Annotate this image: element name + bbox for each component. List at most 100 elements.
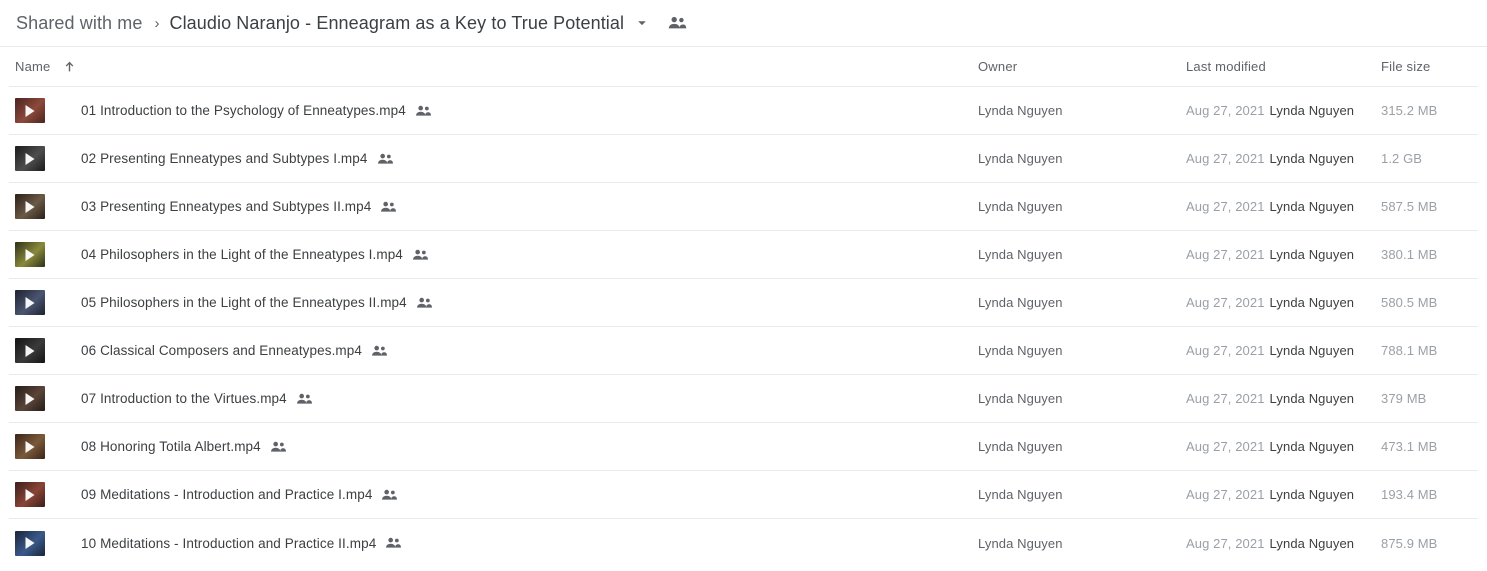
file-name-label: 10 Meditations - Introduction and Practi… <box>81 535 377 551</box>
video-thumbnail <box>15 194 45 219</box>
file-name-label: 01 Introduction to the Psychology of Enn… <box>81 103 406 118</box>
file-size-cell: 193.4 MB <box>1381 487 1438 502</box>
table-row[interactable]: 03 Presenting Enneatypes and Subtypes II… <box>9 183 1478 231</box>
breadcrumb-root-link[interactable]: Shared with me <box>16 13 142 34</box>
last-modified-date: Aug 27, 2021 <box>1186 151 1265 166</box>
play-icon <box>25 200 35 213</box>
shared-people-icon <box>371 345 388 357</box>
table-row[interactable]: 01 Introduction to the Psychology of Enn… <box>9 87 1478 135</box>
last-modified-date: Aug 27, 2021 <box>1186 295 1265 310</box>
file-name-label: 09 Meditations - Introduction and Practi… <box>81 487 373 502</box>
column-header-name-label: Name <box>15 59 51 74</box>
video-thumbnail <box>15 290 45 315</box>
table-row[interactable]: 06 Classical Composers and Enneatypes.mp… <box>9 327 1478 375</box>
file-size-cell: 1.2 GB <box>1381 151 1423 166</box>
shared-people-icon <box>385 537 402 549</box>
shared-people-icon <box>412 249 429 261</box>
table-row[interactable]: 09 Meditations - Introduction and Practi… <box>9 471 1478 519</box>
table-row[interactable]: 02 Presenting Enneatypes and Subtypes I.… <box>9 135 1478 183</box>
last-modified-cell: Aug 27, 2021 Lynda Nguyen <box>1186 343 1381 358</box>
file-name-cell[interactable]: 02 Presenting Enneatypes and Subtypes I.… <box>9 146 978 171</box>
last-modified-date: Aug 27, 2021 <box>1186 535 1265 551</box>
play-icon <box>25 104 35 117</box>
file-name-label: 06 Classical Composers and Enneatypes.mp… <box>81 343 362 358</box>
last-modified-by: Lynda Nguyen <box>1269 247 1355 262</box>
video-thumbnail <box>15 98 45 123</box>
file-size-cell: 473.1 MB <box>1381 439 1438 454</box>
file-name-cell[interactable]: 06 Classical Composers and Enneatypes.mp… <box>9 338 978 363</box>
file-name-label: 02 Presenting Enneatypes and Subtypes I.… <box>81 151 368 166</box>
shared-people-icon <box>416 297 433 309</box>
file-name-cell[interactable]: 08 Honoring Totila Albert.mp4 <box>9 434 978 459</box>
shared-people-icon <box>415 105 432 117</box>
owner-cell: Lynda Nguyen <box>978 391 1063 406</box>
breadcrumb-current-folder[interactable]: Claudio Naranjo - Enneagram as a Key to … <box>169 13 624 34</box>
table-row[interactable]: 08 Honoring Totila Albert.mp4 Lynda Nguye… <box>9 423 1478 471</box>
arrow-up-icon[interactable] <box>63 60 76 73</box>
file-name-cell[interactable]: 03 Presenting Enneatypes and Subtypes II… <box>9 194 978 219</box>
table-row[interactable]: 05 Philosophers in the Light of the Enne… <box>9 279 1478 327</box>
file-name-label: 05 Philosophers in the Light of the Enne… <box>81 295 407 310</box>
owner-cell: Lynda Nguyen <box>978 343 1063 358</box>
video-thumbnail <box>15 434 45 459</box>
file-name-cell[interactable]: 04 Philosophers in the Light of the Enne… <box>9 242 978 267</box>
table-row[interactable]: 10 Meditations - Introduction and Practi… <box>9 519 1478 567</box>
owner-cell: Lynda Nguyen <box>978 199 1063 214</box>
last-modified-cell: Aug 27, 2021 Lynda Nguyen <box>1186 536 1381 551</box>
shared-people-icon <box>296 393 313 405</box>
last-modified-by: Lynda Nguyen <box>1269 199 1355 214</box>
shared-people-icon <box>380 201 397 213</box>
last-modified-cell: Aug 27, 2021 Lynda Nguyen <box>1186 199 1381 214</box>
column-header-last-modified[interactable]: Last modified <box>1186 59 1381 74</box>
last-modified-cell: Aug 27, 2021 Lynda Nguyen <box>1186 391 1381 406</box>
file-name-cell[interactable]: 10 Meditations - Introduction and Practi… <box>9 530 978 556</box>
video-thumbnail <box>15 530 45 556</box>
file-size-cell: 875.9 MB <box>1381 535 1438 551</box>
table-row[interactable]: 04 Philosophers in the Light of the Enne… <box>9 231 1478 279</box>
shared-people-icon <box>668 16 687 30</box>
last-modified-cell: Aug 27, 2021 Lynda Nguyen <box>1186 439 1381 454</box>
last-modified-by: Lynda Nguyen <box>1269 535 1355 551</box>
table-column-headers: Name Owner Last modified File size <box>9 47 1478 87</box>
shared-people-icon <box>381 489 398 501</box>
owner-cell: Lynda Nguyen <box>978 487 1063 502</box>
file-size-cell: 788.1 MB <box>1381 343 1438 358</box>
file-size-cell: 315.2 MB <box>1381 103 1438 118</box>
file-name-cell[interactable]: 01 Introduction to the Psychology of Enn… <box>9 98 978 123</box>
file-name-label: 07 Introduction to the Virtues.mp4 <box>81 391 287 406</box>
file-rows: 01 Introduction to the Psychology of Enn… <box>0 87 1487 567</box>
column-header-owner[interactable]: Owner <box>978 59 1186 74</box>
table-row[interactable]: 07 Introduction to the Virtues.mp4 Lynda … <box>9 375 1478 423</box>
file-name-cell[interactable]: 05 Philosophers in the Light of the Enne… <box>9 290 978 315</box>
chevron-down-icon[interactable] <box>636 17 648 29</box>
last-modified-cell: Aug 27, 2021 Lynda Nguyen <box>1186 151 1381 166</box>
last-modified-date: Aug 27, 2021 <box>1186 391 1265 406</box>
column-header-name[interactable]: Name <box>9 59 978 74</box>
last-modified-cell: Aug 27, 2021 Lynda Nguyen <box>1186 295 1381 310</box>
last-modified-by: Lynda Nguyen <box>1269 103 1355 118</box>
owner-cell: Lynda Nguyen <box>978 151 1063 166</box>
file-name-cell[interactable]: 07 Introduction to the Virtues.mp4 <box>9 386 978 411</box>
play-icon <box>25 392 35 405</box>
last-modified-date: Aug 27, 2021 <box>1186 487 1265 502</box>
last-modified-cell: Aug 27, 2021 Lynda Nguyen <box>1186 247 1381 262</box>
last-modified-date: Aug 27, 2021 <box>1186 343 1265 358</box>
video-thumbnail <box>15 338 45 363</box>
video-thumbnail <box>15 482 45 507</box>
play-icon <box>25 248 35 261</box>
breadcrumb: Shared with me › Claudio Naranjo - Ennea… <box>0 0 1487 47</box>
file-size-cell: 379 MB <box>1381 391 1427 406</box>
last-modified-cell: Aug 27, 2021 Lynda Nguyen <box>1186 103 1381 118</box>
file-size-cell: 380.1 MB <box>1381 247 1438 262</box>
last-modified-date: Aug 27, 2021 <box>1186 439 1265 454</box>
video-thumbnail <box>15 386 45 411</box>
file-size-cell: 580.5 MB <box>1381 295 1438 310</box>
file-name-label: 04 Philosophers in the Light of the Enne… <box>81 247 403 262</box>
shared-people-icon <box>270 441 287 453</box>
file-name-cell[interactable]: 09 Meditations - Introduction and Practi… <box>9 482 978 507</box>
column-header-file-size[interactable]: File size <box>1381 59 1478 74</box>
last-modified-by: Lynda Nguyen <box>1269 151 1355 166</box>
last-modified-by: Lynda Nguyen <box>1269 391 1355 406</box>
play-icon <box>25 152 35 165</box>
owner-cell: Lynda Nguyen <box>978 439 1063 454</box>
